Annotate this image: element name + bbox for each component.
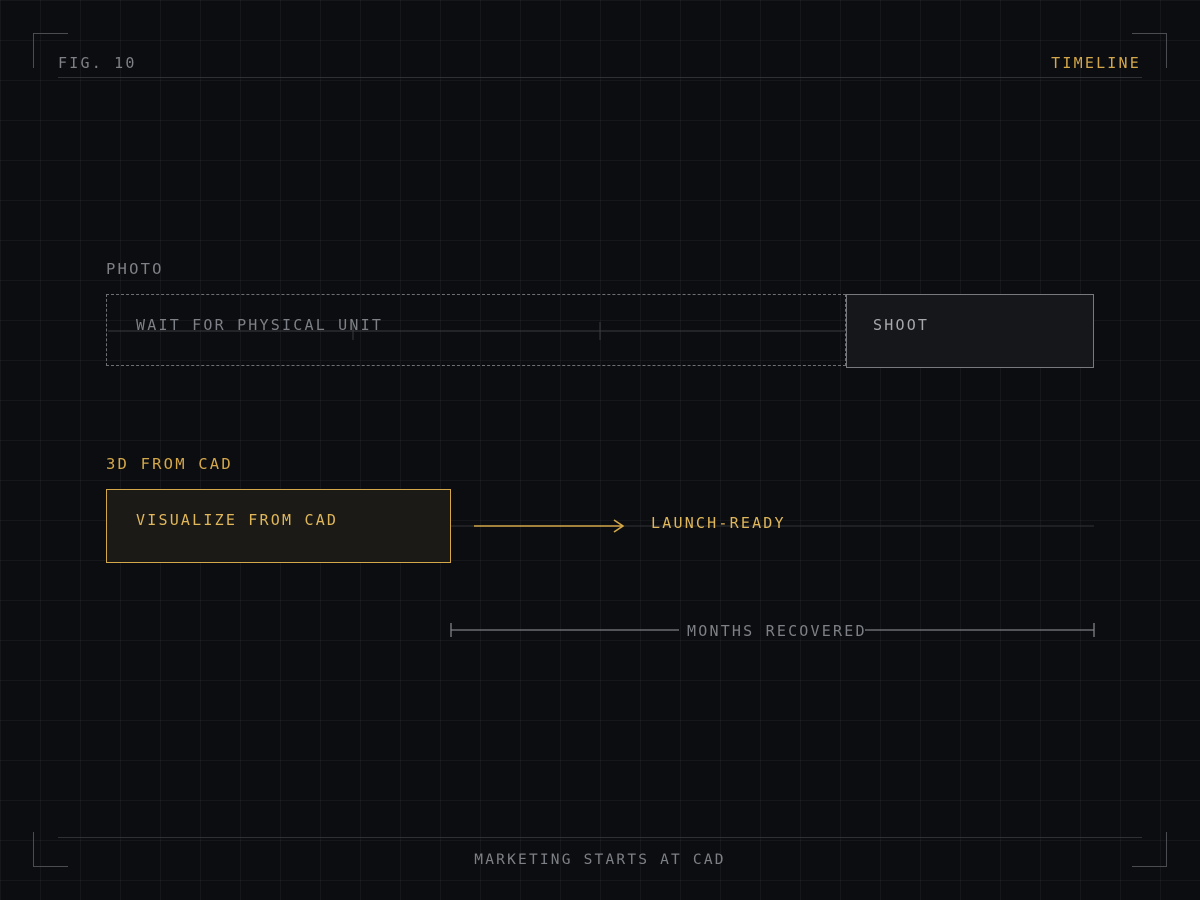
diagram-connectors	[108, 322, 1095, 637]
launch-ready-label: LAUNCH-READY	[651, 514, 786, 532]
footer-rule	[58, 837, 1142, 838]
shoot-step-label: SHOOT	[873, 316, 930, 334]
footer-caption: MARKETING STARTS AT CAD	[474, 852, 726, 868]
cad-step-label: VISUALIZE FROM CAD	[136, 511, 339, 529]
wait-step-label: WAIT FOR PHYSICAL UNIT	[136, 316, 384, 334]
months-recovered-label: MONTHS RECOVERED	[687, 622, 867, 640]
